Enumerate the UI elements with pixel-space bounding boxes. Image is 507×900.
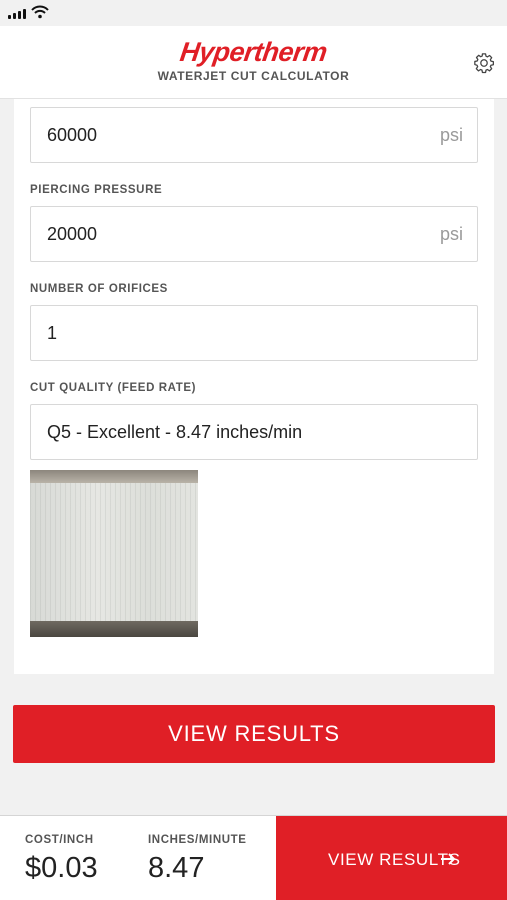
hypertherm-logo: Hypertherm xyxy=(178,37,329,67)
cellular-signal-icon xyxy=(8,9,30,19)
arrow-right-icon xyxy=(441,853,456,865)
gear-icon[interactable] xyxy=(473,52,495,74)
cutting-pressure-unit: psi xyxy=(439,125,463,145)
orifices-label: NUMBER OF ORIFICES xyxy=(30,283,168,295)
piercing-pressure-unit: psi xyxy=(439,224,463,244)
inches-per-minute-label: INCHES/MINUTE xyxy=(148,834,247,846)
cost-per-inch-label: COST/INCH xyxy=(25,834,94,846)
orifices-field[interactable]: 1 xyxy=(30,305,478,361)
orifices-value: 1 xyxy=(47,323,58,343)
cut-quality-select[interactable]: Q5 - Excellent - 8.47 inches/min xyxy=(30,404,478,460)
cut-quality-value: Q5 - Excellent - 8.47 inches/min xyxy=(47,422,303,442)
cut-quality-sample-image xyxy=(30,470,198,637)
app-subtitle: WATERJET CUT CALCULATOR xyxy=(157,69,350,83)
cost-per-inch-value: $0.03 xyxy=(25,852,98,884)
app-header: Hypertherm WATERJET CUT CALCULATOR xyxy=(0,26,507,99)
footer-view-results-button[interactable]: VIEW RESULTS xyxy=(276,816,507,900)
cutting-pressure-value: 60000 xyxy=(47,125,98,145)
cut-quality-label: CUT QUALITY (FEED RATE) xyxy=(30,382,197,394)
piercing-pressure-label: PIERCING PRESSURE xyxy=(30,184,163,196)
results-footer: COST/INCH $0.03 INCHES/MINUTE 8.47 VIEW … xyxy=(0,815,507,900)
wifi-icon xyxy=(31,5,49,19)
inches-per-minute-value: 8.47 xyxy=(148,852,205,884)
piercing-pressure-value: 20000 xyxy=(47,224,98,244)
view-results-button[interactable]: VIEW RESULTS xyxy=(13,705,495,763)
status-bar xyxy=(0,0,507,26)
piercing-pressure-field[interactable]: 20000 psi xyxy=(30,206,478,262)
cutting-pressure-field[interactable]: 60000 psi xyxy=(30,107,478,163)
